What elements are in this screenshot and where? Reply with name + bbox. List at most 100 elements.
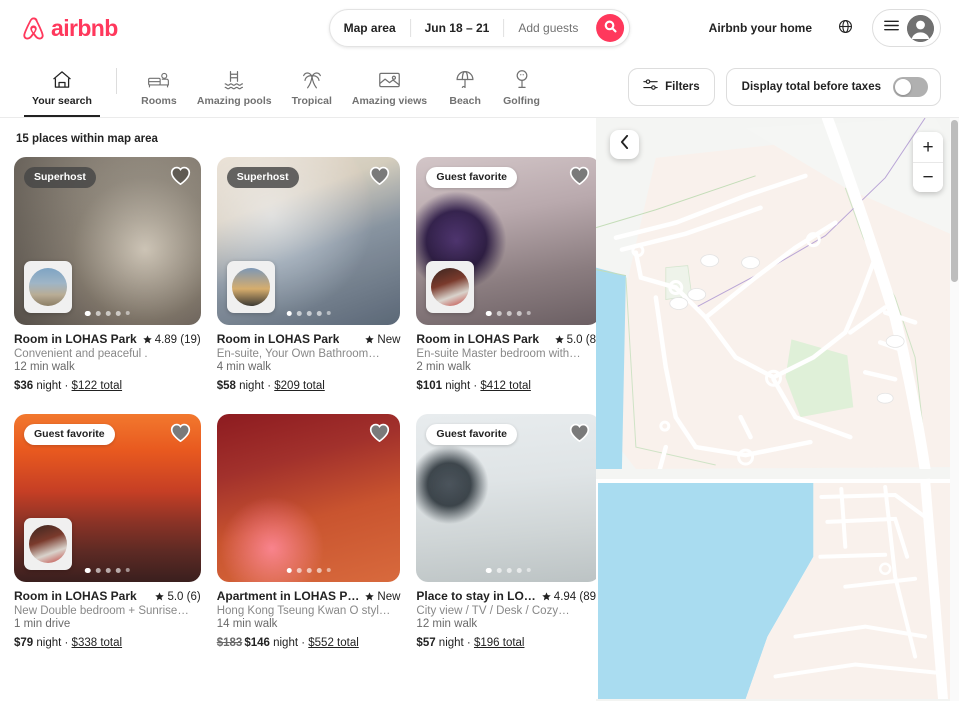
page-scrollbar[interactable]: [950, 118, 959, 701]
category-beach[interactable]: Beach: [437, 56, 493, 117]
listing-favorite-heart[interactable]: [369, 166, 390, 190]
listing-card[interactable]: Superhost Room in LOHAS Park 4.89 (19) C…: [14, 157, 201, 392]
taxes-toggle[interactable]: [893, 76, 928, 97]
photo-carousel-dots[interactable]: [485, 567, 531, 573]
listing-price-total[interactable]: $209 total: [274, 380, 325, 392]
carousel-dot[interactable]: [296, 310, 302, 316]
carousel-dot[interactable]: [485, 310, 492, 316]
category-rooms[interactable]: Rooms: [131, 56, 187, 117]
listing-card[interactable]: Guest favorite Place to stay in LO… 4.94…: [416, 414, 596, 649]
carousel-dot[interactable]: [286, 567, 292, 573]
search-bar[interactable]: Map area Jun 18 – 21 Add guests: [328, 9, 631, 47]
listing-photo[interactable]: Guest favorite: [416, 414, 596, 582]
search-guests-button[interactable]: Add guests: [504, 10, 592, 46]
listing-price-total[interactable]: $412 total: [480, 380, 531, 392]
airbnb-your-home-link[interactable]: Airbnb your home: [697, 12, 824, 44]
map-panel[interactable]: Wan Po Rd Sunrise Blvd Lohas Pk Rd Shek …: [596, 118, 959, 701]
listing-host-thumbnail[interactable]: [426, 261, 475, 313]
host-thumbnail-image: [29, 525, 67, 563]
display-total-before-taxes-button[interactable]: Display total before taxes: [725, 67, 941, 106]
listing-photo[interactable]: Superhost: [216, 157, 401, 325]
search-dates-button[interactable]: Jun 18 – 21: [411, 10, 504, 46]
carousel-dot[interactable]: [115, 567, 121, 573]
listing-card[interactable]: Apartment in LOHAS P… New Hong Kong Tseu…: [216, 414, 401, 649]
category-your-search[interactable]: Your search: [22, 56, 102, 117]
scrollbar-thumb[interactable]: [951, 120, 958, 282]
listing-price: $183 $146 night · $552 total: [216, 637, 359, 649]
listing-subtitle: City view / TV / Desk / Cozy…: [416, 605, 570, 617]
category-golfing[interactable]: Golfing: [493, 56, 550, 117]
carousel-dot[interactable]: [125, 568, 130, 573]
carousel-dot[interactable]: [85, 567, 91, 573]
listing-favorite-heart[interactable]: [369, 423, 390, 447]
carousel-dot[interactable]: [496, 567, 502, 573]
carousel-dot[interactable]: [85, 310, 91, 316]
listing-original-price: $183: [216, 637, 243, 649]
map-zoom-in-button[interactable]: +: [913, 132, 943, 162]
carousel-dot[interactable]: [95, 310, 101, 316]
listing-price-total[interactable]: $338 total: [72, 637, 123, 649]
listing-card[interactable]: Superhost Room in LOHAS Park New En-suit…: [216, 157, 401, 392]
photo-carousel-dots[interactable]: [85, 310, 130, 316]
listing-favorite-heart[interactable]: [569, 166, 590, 190]
listing-price-total[interactable]: $196 total: [474, 637, 525, 649]
map-collapse-button[interactable]: [610, 130, 639, 159]
search-location-button[interactable]: Map area: [330, 10, 410, 46]
airbnb-logo[interactable]: airbnb: [20, 15, 118, 42]
listing-photo[interactable]: [216, 414, 401, 582]
carousel-dot[interactable]: [286, 310, 292, 316]
listing-photo[interactable]: Guest favorite: [14, 414, 201, 582]
listing-rating: 5.0 (8): [554, 334, 596, 346]
carousel-dot[interactable]: [485, 567, 492, 573]
listing-price-total[interactable]: $552 total: [308, 637, 359, 649]
photo-carousel-dots[interactable]: [286, 567, 331, 573]
category-amazing-pools[interactable]: Amazing pools: [187, 56, 282, 117]
carousel-dot[interactable]: [506, 310, 512, 316]
map-zoom-out-button[interactable]: −: [913, 162, 943, 192]
category-amazing-views[interactable]: Amazing views: [342, 56, 437, 117]
carousel-dot[interactable]: [526, 568, 531, 573]
listing-card[interactable]: Guest favorite Room in LOHAS Park 5.0 (8…: [416, 157, 596, 392]
host-thumbnail-image: [431, 268, 470, 306]
photo-carousel-dots[interactable]: [485, 310, 531, 316]
search-submit-button[interactable]: [596, 14, 625, 42]
carousel-dot[interactable]: [296, 567, 302, 573]
listing-favorite-heart[interactable]: [170, 423, 191, 447]
listing-title: Room in LOHAS Park: [416, 332, 540, 346]
listing-card[interactable]: Guest favorite Room in LOHAS Park 5.0 (6…: [14, 414, 201, 649]
carousel-dot[interactable]: [95, 567, 101, 573]
photo-carousel-dots[interactable]: [85, 567, 130, 573]
listing-distance: 2 min walk: [416, 361, 471, 373]
carousel-dot[interactable]: [326, 568, 331, 573]
carousel-dot[interactable]: [506, 567, 512, 573]
carousel-dot[interactable]: [306, 310, 312, 316]
listing-favorite-heart[interactable]: [170, 166, 191, 190]
photo-carousel-dots[interactable]: [286, 310, 331, 316]
listing-price-total[interactable]: $122 total: [72, 380, 123, 392]
user-menu-button[interactable]: [872, 9, 941, 47]
listing-subtitle: Hong Kong Tseung Kwan O styl…: [216, 605, 391, 617]
listing-host-thumbnail[interactable]: [24, 261, 72, 313]
carousel-dot[interactable]: [105, 310, 111, 316]
listing-distance: 1 min drive: [14, 618, 71, 630]
listing-host-thumbnail[interactable]: [226, 261, 275, 313]
carousel-dot[interactable]: [516, 310, 522, 316]
carousel-dot[interactable]: [326, 311, 331, 316]
listing-favorite-heart[interactable]: [569, 423, 590, 447]
filters-button[interactable]: Filters: [628, 67, 715, 106]
carousel-dot[interactable]: [306, 567, 312, 573]
carousel-dot[interactable]: [496, 310, 502, 316]
carousel-dot[interactable]: [125, 311, 130, 316]
listing-photo[interactable]: Guest favorite: [416, 157, 596, 325]
heart-icon: [569, 166, 590, 189]
listing-host-thumbnail[interactable]: [24, 518, 72, 570]
category-tropical[interactable]: Tropical: [282, 56, 342, 117]
carousel-dot[interactable]: [516, 567, 522, 573]
carousel-dot[interactable]: [316, 567, 322, 573]
carousel-dot[interactable]: [105, 567, 111, 573]
carousel-dot[interactable]: [526, 311, 531, 316]
carousel-dot[interactable]: [316, 310, 322, 316]
listing-photo[interactable]: Superhost: [14, 157, 201, 325]
language-globe-button[interactable]: [828, 11, 862, 45]
carousel-dot[interactable]: [115, 310, 121, 316]
